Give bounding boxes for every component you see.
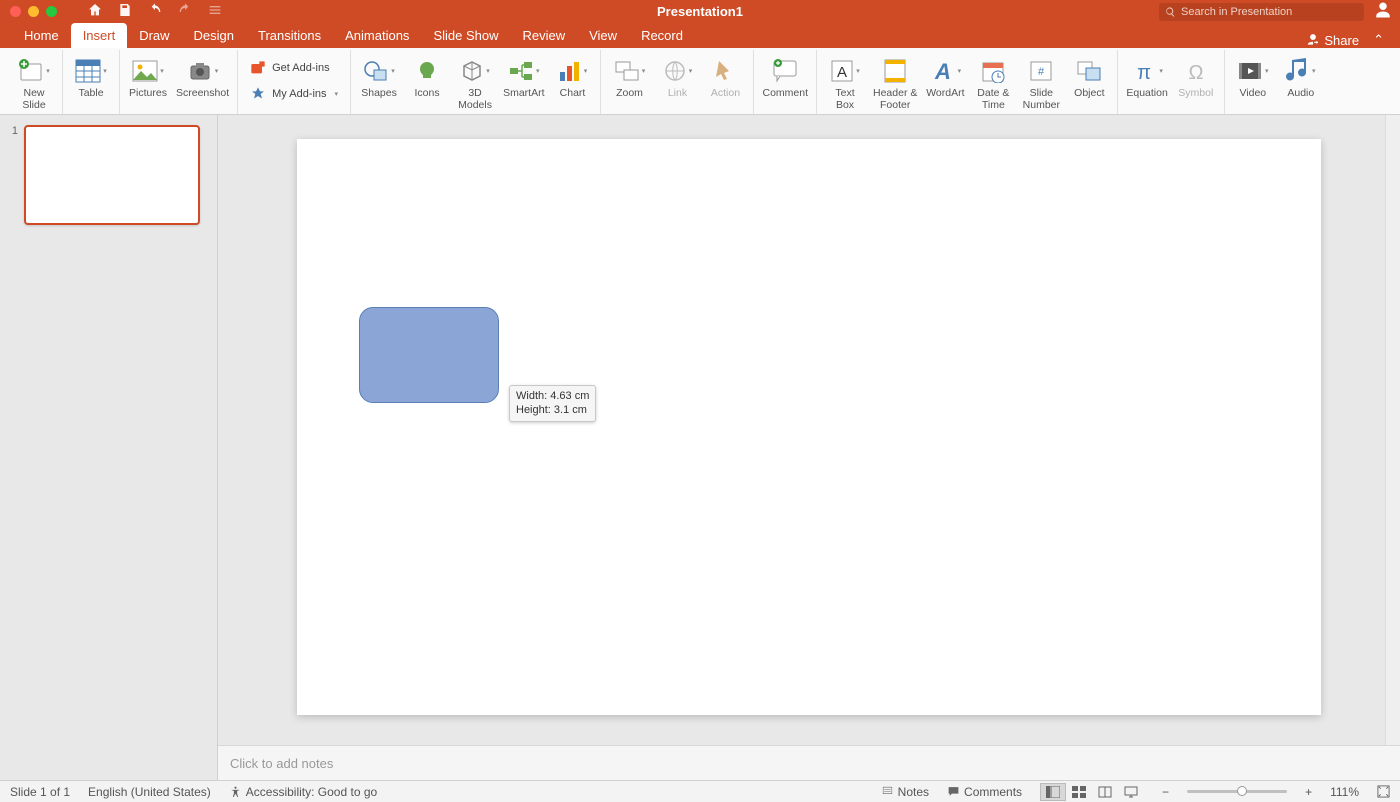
my-addins-button[interactable]: My Add-ins▾ [246,84,342,104]
comment-button[interactable]: Comment [762,54,808,100]
slide-number-button[interactable]: # Slide Number [1021,54,1061,111]
fullscreen-window-icon[interactable] [46,6,57,17]
video-button[interactable]: ▾ Video [1233,54,1273,100]
ribbon-tabstrip: Home Insert Draw Design Transitions Anim… [0,23,1400,48]
normal-view-button[interactable] [1040,783,1066,801]
notes-placeholder: Click to add notes [230,756,333,771]
wordart-button[interactable]: A▾ WordArt [925,54,965,100]
svg-text:A: A [934,59,951,84]
object-button[interactable]: Object [1069,54,1109,100]
textbox-button[interactable]: A▾ Text Box [825,54,865,111]
shapes-button[interactable]: ▾ Shapes [359,54,399,100]
slide-canvas[interactable]: Width: 4.63 cm Height: 3.1 cm [297,139,1321,715]
language-indicator[interactable]: English (United States) [88,785,211,799]
action-button[interactable]: Action [705,54,745,100]
tab-draw[interactable]: Draw [127,23,181,48]
svg-text:#: # [1038,66,1045,78]
symbol-button[interactable]: Ω Symbol [1176,54,1216,100]
search-box[interactable] [1159,3,1364,21]
comments-toggle[interactable]: Comments [947,785,1022,799]
zoom-in-button[interactable]: + [1305,785,1312,799]
tab-slideshow[interactable]: Slide Show [421,23,510,48]
reading-view-button[interactable] [1092,783,1118,801]
tab-view[interactable]: View [577,23,629,48]
svg-text:Ω: Ω [1188,62,1203,84]
smartart-button[interactable]: ▾ SmartArt [503,54,544,100]
tab-review[interactable]: Review [510,23,577,48]
svg-text:π: π [1137,62,1151,84]
document-title: Presentation1 [657,4,743,19]
slide-thumbnail-pane[interactable]: 1 [0,115,218,780]
3d-models-button[interactable]: ▾ 3D Models [455,54,495,111]
accessibility-icon [229,785,242,798]
save-icon[interactable] [117,2,133,21]
vertical-scrollbar[interactable] [1385,115,1400,745]
canvas-area: Width: 4.63 cm Height: 3.1 cm Click to a… [218,115,1400,780]
collapse-ribbon-icon[interactable]: ⌃ [1373,32,1384,48]
slide-thumbnail[interactable] [24,125,200,225]
notes-toggle[interactable]: Notes [881,785,929,799]
icons-button[interactable]: Icons [407,54,447,100]
svg-text:A: A [837,64,847,81]
thumbnail-number: 1 [10,125,18,225]
tab-home[interactable]: Home [12,23,71,48]
rounded-rectangle-shape[interactable] [359,307,499,403]
window-controls [0,6,57,17]
notes-pane[interactable]: Click to add notes [218,745,1400,780]
close-window-icon[interactable] [10,6,21,17]
tab-insert[interactable]: Insert [71,23,128,48]
redo-icon[interactable] [177,2,193,21]
get-addins-button[interactable]: Get Add-ins [246,58,342,78]
ribbon: ▾ New Slide ▾ Table ▾ Pictures ▾ Screens… [0,48,1400,115]
share-icon [1306,33,1320,47]
date-time-button[interactable]: Date & Time [973,54,1013,111]
sorter-view-button[interactable] [1066,783,1092,801]
share-button[interactable]: Share [1324,33,1359,48]
comments-icon [947,785,960,798]
slideshow-view-button[interactable] [1118,783,1144,801]
tab-design[interactable]: Design [182,23,246,48]
pictures-button[interactable]: ▾ Pictures [128,54,168,100]
search-icon [1165,6,1176,18]
tab-animations[interactable]: Animations [333,23,421,48]
zoom-slider[interactable] [1187,790,1287,793]
header-footer-button[interactable]: Header & Footer [873,54,917,111]
zoom-level[interactable]: 111% [1330,785,1359,799]
audio-button[interactable]: ▾ Audio [1281,54,1321,100]
screenshot-button[interactable]: ▾ Screenshot [176,54,229,100]
equation-button[interactable]: π▾ Equation [1126,54,1167,100]
shape-size-tooltip: Width: 4.63 cm Height: 3.1 cm [509,385,596,422]
qat-customize-icon[interactable] [207,2,223,21]
workspace: 1 Width: 4.63 cm Height: 3.1 cm Click to… [0,115,1400,780]
zoom-out-button[interactable]: − [1162,785,1169,799]
chart-button[interactable]: ▾ Chart [552,54,592,100]
status-bar: Slide 1 of 1 English (United States) Acc… [0,780,1400,802]
fit-to-window-button[interactable] [1377,785,1390,798]
tab-transitions[interactable]: Transitions [246,23,333,48]
quick-access-toolbar [87,2,223,21]
link-button[interactable]: ▾ Link [657,54,697,100]
accessibility-button[interactable]: Accessibility: Good to go [229,785,377,799]
home-icon[interactable] [87,2,103,21]
table-button[interactable]: ▾ Table [71,54,111,100]
tab-record[interactable]: Record [629,23,695,48]
title-bar: Presentation1 [0,0,1400,23]
new-slide-button[interactable]: ▾ New Slide [14,54,54,111]
slide-indicator[interactable]: Slide 1 of 1 [10,785,70,799]
minimize-window-icon[interactable] [28,6,39,17]
account-icon[interactable] [1374,1,1400,22]
undo-icon[interactable] [147,2,163,21]
notes-icon [881,785,894,798]
view-buttons [1040,783,1144,801]
search-input[interactable] [1181,6,1358,18]
zoom-button[interactable]: ▾ Zoom [609,54,649,100]
